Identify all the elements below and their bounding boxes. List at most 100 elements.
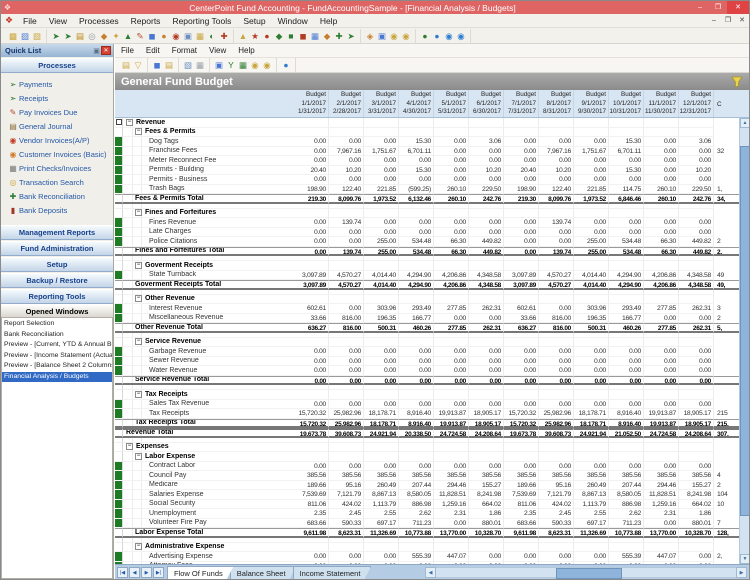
toolbar-icon[interactable]: ◉: [170, 29, 182, 43]
toolbar-icon[interactable]: ▦: [309, 29, 321, 43]
toolbar-icon[interactable]: ◉: [455, 29, 467, 43]
collapse-icon[interactable]: −: [135, 338, 142, 346]
toolbar-icon[interactable]: ◈: [364, 29, 376, 43]
doc-menu-edit[interactable]: Edit: [140, 44, 166, 58]
toolbar-icon[interactable]: ◆: [273, 29, 285, 43]
toolbar-icon[interactable]: ▣: [182, 29, 194, 43]
scroll-up-icon[interactable]: ▲: [740, 118, 749, 128]
scroll-left-icon[interactable]: ◀: [425, 566, 436, 578]
sidebar-item-vendor-invoices-a-p[interactable]: ◉ Vendor Invoices(A/P): [1, 133, 113, 147]
toolbar-icon[interactable]: ◉: [443, 29, 455, 43]
column-header-5[interactable]: Budget 5/1/2017 5/31/2017: [434, 90, 469, 117]
close-button[interactable]: ✕: [727, 1, 749, 14]
scroll-right-icon[interactable]: ▶: [736, 566, 747, 578]
doc-toolbar-icon[interactable]: ◉: [249, 58, 261, 72]
collapse-icon[interactable]: −: [135, 452, 142, 460]
column-header-12[interactable]: Budget 12/1/2017 12/31/2017: [679, 90, 714, 117]
column-header-4[interactable]: Budget 4/1/2017 4/30/2017: [399, 90, 434, 117]
opened-window-preview-income-statement-actual[interactable]: Preview - [Income Statement (Actual: [2, 351, 112, 362]
collapse-icon[interactable]: −: [135, 295, 142, 303]
toolbar-icon[interactable]: ▣: [376, 29, 388, 43]
column-header-2[interactable]: Budget 2/1/2017 2/28/2017: [329, 90, 364, 117]
sidebar-item-print-checks-invoices[interactable]: ▦ Print Checks/Invoices: [1, 161, 113, 175]
mdi-close-button[interactable]: ✕: [735, 14, 749, 28]
funnel-icon[interactable]: [731, 76, 743, 88]
doc-toolbar-icon[interactable]: ▦: [237, 58, 249, 72]
horizontal-scroll-thumb[interactable]: [556, 567, 622, 579]
vertical-scrollbar[interactable]: ▲ ▼: [739, 118, 749, 564]
toolbar-icon[interactable]: ◼: [146, 29, 158, 43]
toolbar-icon[interactable]: ●: [261, 29, 273, 43]
toolbar-icon[interactable]: ✚: [218, 29, 230, 43]
sidebar-item-customer-invoices-basic[interactable]: ◉ Customer Invoices (Basic): [1, 147, 113, 161]
scroll-down-icon[interactable]: ▼: [740, 554, 749, 564]
opened-window-report-selection[interactable]: Report Selection: [2, 319, 112, 330]
sidebar-item-bank-reconciliation[interactable]: ✚ Bank Reconciliation: [1, 189, 113, 203]
tab-nav-button-1[interactable]: |◀: [117, 567, 128, 578]
menu-reports[interactable]: Reports: [125, 14, 167, 28]
sidebar-section-backup-restore[interactable]: Backup / Restore: [1, 273, 113, 288]
toolbar-icon[interactable]: ▲: [122, 29, 134, 43]
row-checkbox[interactable]: [116, 119, 122, 125]
menu-view[interactable]: View: [43, 14, 73, 28]
sidebar-section-fund-administration[interactable]: Fund Administration: [1, 241, 113, 256]
toolbar-icon[interactable]: ◆: [98, 29, 110, 43]
mdi-restore-button[interactable]: ❐: [721, 14, 735, 28]
collapse-icon[interactable]: −: [135, 390, 142, 398]
opened-window-preview-balance-sheet-2-columns[interactable]: Preview - [Balance Sheet 2 Columns]: [2, 361, 112, 372]
minimize-button[interactable]: –: [691, 1, 709, 14]
toolbar-icon[interactable]: ▦: [194, 29, 206, 43]
toolbar-icon[interactable]: ➤: [345, 29, 357, 43]
sidebar-section-processes[interactable]: Processes: [1, 58, 113, 73]
opened-window-preview-current-ytd-annual-bu[interactable]: Preview - [Current, YTD & Annual Bu: [2, 340, 112, 351]
toolbar-icon[interactable]: ■: [285, 29, 297, 43]
toolbar-icon[interactable]: ▩: [7, 29, 19, 43]
column-header-3[interactable]: Budget 3/1/2017 3/31/2017: [364, 90, 399, 117]
vertical-scroll-thumb[interactable]: [740, 146, 749, 516]
opened-window-bank-reconciliation[interactable]: Bank Reconciliation: [2, 330, 112, 341]
app-menu-icon[interactable]: ❖: [1, 15, 17, 26]
doc-menu-file[interactable]: File: [115, 44, 140, 58]
tab-income-statement[interactable]: Income Statement: [293, 566, 372, 579]
doc-menu-help[interactable]: Help: [232, 44, 260, 58]
collapse-icon[interactable]: −: [135, 543, 142, 551]
toolbar-icon[interactable]: ◐: [206, 29, 218, 43]
tab-nav-button-3[interactable]: ▶: [141, 567, 152, 578]
column-header-11[interactable]: Budget 11/1/2017 11/30/2017: [644, 90, 679, 117]
sidebar-item-transaction-search[interactable]: ◎ Transaction Search: [1, 175, 113, 189]
tab-nav-button-4[interactable]: ▶|: [153, 567, 164, 578]
toolbar-icon[interactable]: ✚: [333, 29, 345, 43]
menu-reporting-tools[interactable]: Reporting Tools: [166, 14, 237, 28]
doc-toolbar-icon[interactable]: Y: [225, 58, 237, 72]
toolbar-icon[interactable]: ★: [249, 29, 261, 43]
column-header-7[interactable]: Budget 7/1/2017 7/31/2017: [504, 90, 539, 117]
collapse-icon[interactable]: −: [126, 443, 133, 451]
toolbar-icon[interactable]: ◉: [388, 29, 400, 43]
menu-help[interactable]: Help: [314, 14, 343, 28]
pin-icon[interactable]: ▣: [92, 47, 101, 55]
opened-window-financial-analysis-budgets[interactable]: Financial Analysis / Budgets: [2, 371, 112, 382]
restore-button[interactable]: ❐: [709, 1, 727, 14]
toolbar-icon[interactable]: ◉: [400, 29, 412, 43]
doc-menu-format[interactable]: Format: [166, 44, 203, 58]
doc-toolbar-icon[interactable]: ▣: [213, 58, 225, 72]
menu-processes[interactable]: Processes: [73, 14, 125, 28]
menu-window[interactable]: Window: [272, 14, 314, 28]
sidebar-item-payments[interactable]: ➢ Payments: [1, 77, 113, 91]
toolbar-icon[interactable]: ●: [431, 29, 443, 43]
toolbar-icon[interactable]: ◎: [86, 29, 98, 43]
sidebar-section-setup[interactable]: Setup: [1, 257, 113, 272]
doc-toolbar-icon[interactable]: ●: [280, 58, 292, 72]
horizontal-scroll-track[interactable]: [436, 566, 736, 579]
toolbar-icon[interactable]: ◼: [297, 29, 309, 43]
sidebar-item-pay-invoices-due[interactable]: ✎ Pay Invoices Due: [1, 105, 113, 119]
toolbar-icon[interactable]: ●: [158, 29, 170, 43]
tab-nav-button-2[interactable]: ◀: [129, 567, 140, 578]
toolbar-icon[interactable]: ✎: [134, 29, 146, 43]
horizontal-scrollbar[interactable]: ◀ ▶: [425, 566, 747, 579]
toolbar-icon[interactable]: ●: [419, 29, 431, 43]
doc-toolbar-icon[interactable]: ▧: [182, 58, 194, 72]
menu-file[interactable]: File: [17, 14, 43, 28]
toolbar-icon[interactable]: ✦: [110, 29, 122, 43]
quick-list-close-icon[interactable]: ✕: [101, 46, 111, 55]
